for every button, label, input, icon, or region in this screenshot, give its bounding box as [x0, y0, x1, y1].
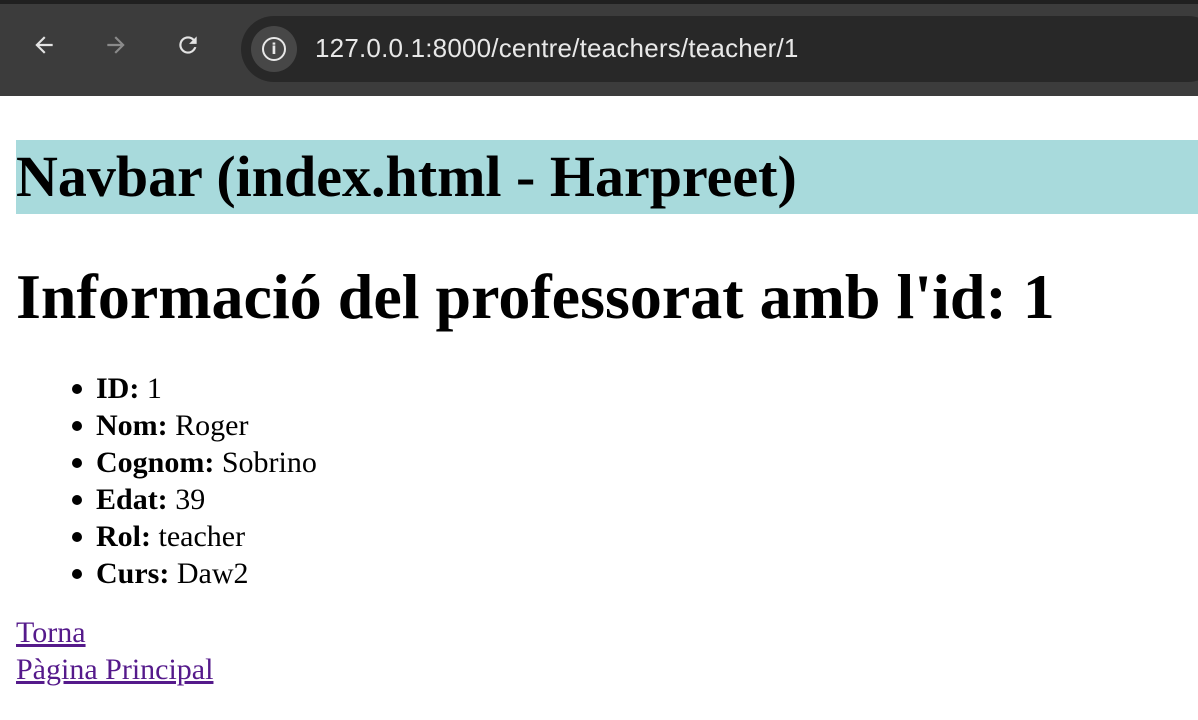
field-label: Curs:: [96, 557, 170, 590]
list-item-curs: Curs: Daw2: [72, 555, 1198, 592]
tab-strip: [0, 0, 1198, 4]
field-label: Edat:: [96, 483, 168, 516]
back-button[interactable]: [22, 26, 66, 70]
browser-toolbar: i 127.0.0.1:8000/centre/teachers/teacher…: [0, 0, 1198, 96]
url-text: 127.0.0.1:8000/centre/teachers/teacher/1: [315, 33, 799, 63]
reload-icon: [175, 32, 201, 65]
back-link[interactable]: Torna: [16, 614, 1198, 651]
teacher-info-list: ID: 1 Nom: Roger Cognom: Sobrino Edat: 3…: [16, 370, 1198, 592]
link-group: Torna Pàgina Principal: [16, 614, 1198, 688]
list-item-cognom: Cognom: Sobrino: [72, 444, 1198, 481]
list-item-edat: Edat: 39: [72, 481, 1198, 518]
field-label: Cognom:: [96, 446, 215, 479]
list-item-id: ID: 1: [72, 370, 1198, 407]
field-value: 39: [175, 483, 206, 516]
site-info-button[interactable]: i: [251, 26, 297, 72]
arrow-right-icon: [103, 32, 129, 65]
page-content: Navbar (index.html - Harpreet) Informaci…: [16, 96, 1198, 688]
forward-button[interactable]: [94, 26, 138, 70]
reload-button[interactable]: [166, 26, 210, 70]
page-title: Informació del professorat amb l'id: 1: [16, 261, 1055, 332]
list-item-rol: Rol: teacher: [72, 518, 1198, 555]
field-value: teacher: [158, 520, 246, 553]
navbar: Navbar (index.html - Harpreet): [16, 140, 1198, 214]
field-label: Rol:: [96, 520, 151, 553]
address-bar[interactable]: i 127.0.0.1:8000/centre/teachers/teacher…: [241, 16, 1198, 82]
field-value: Daw2: [176, 557, 249, 590]
home-link[interactable]: Pàgina Principal: [16, 651, 1198, 688]
info-icon: i: [262, 37, 286, 61]
field-label: Nom:: [96, 409, 168, 442]
field-value: Roger: [175, 409, 249, 442]
arrow-left-icon: [31, 32, 57, 65]
field-value: Sobrino: [221, 446, 317, 479]
list-item-nom: Nom: Roger: [72, 407, 1198, 444]
field-label: ID:: [96, 372, 140, 405]
field-value: 1: [146, 372, 162, 405]
